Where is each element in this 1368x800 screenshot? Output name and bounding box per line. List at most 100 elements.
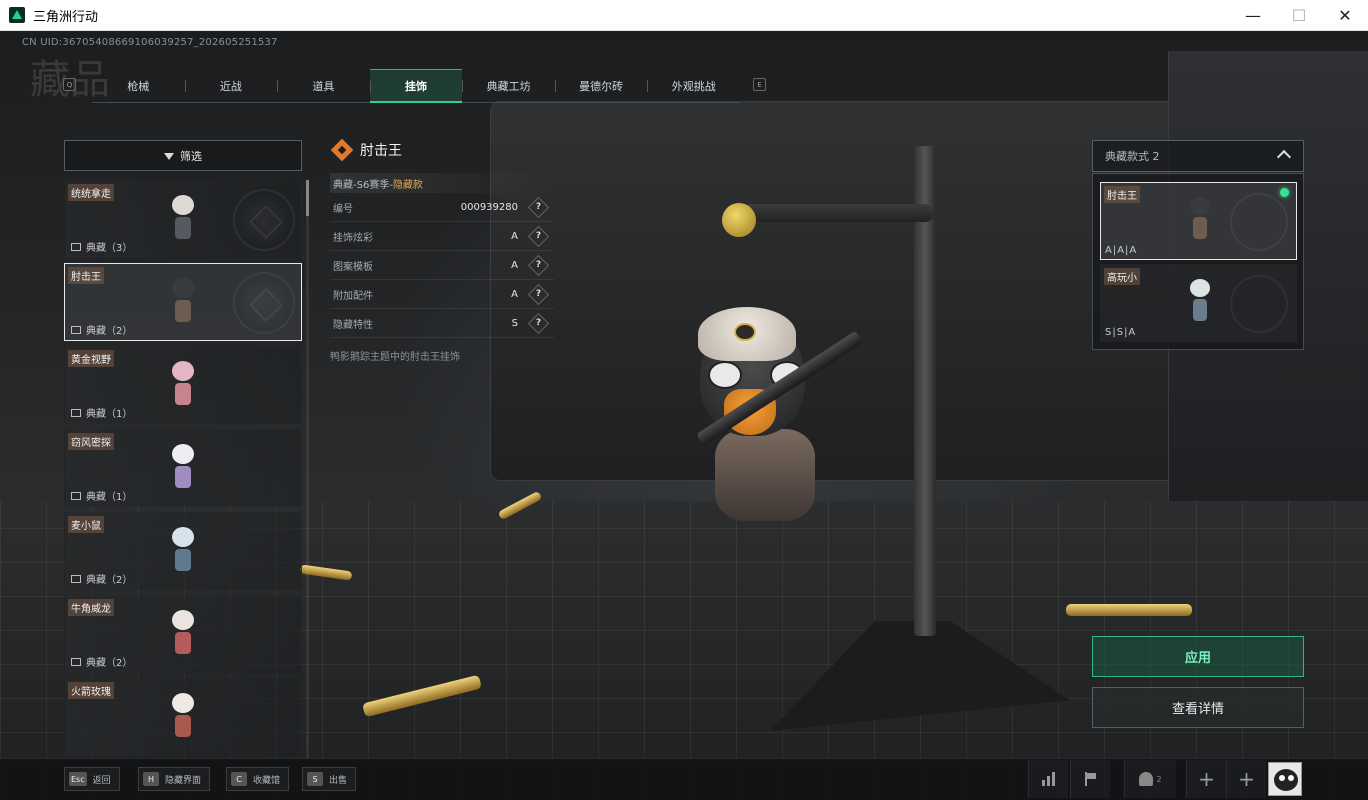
tab-charms[interactable]: 挂饰 — [369, 69, 463, 103]
image-icon — [71, 657, 81, 666]
flag-button[interactable] — [1070, 760, 1110, 798]
item-sub: 典藏（1） — [86, 492, 133, 503]
tab-workshop[interactable]: 典藏工坊 — [462, 69, 555, 102]
item-name: 肘击王 — [68, 267, 104, 284]
list-item[interactable]: 统统拿走 典藏（3） — [64, 180, 302, 258]
attr-row: 隐藏特性 S ? — [330, 309, 554, 338]
charm-thumbnail — [171, 610, 195, 658]
collection-emblem-icon — [1230, 193, 1288, 251]
add-slot-button[interactable]: + — [1186, 760, 1226, 798]
list-item[interactable]: 牛角威龙 典藏（2） — [64, 595, 302, 673]
flag-icon — [1084, 772, 1097, 786]
attr-value: A — [511, 230, 518, 242]
list-item[interactable]: 火箭玫瑰 — [64, 678, 302, 756]
window-titlebar: 三角洲行动 — ☐ ✕ — [0, 0, 1368, 31]
charm-thumbnail — [1189, 279, 1211, 327]
friends-count: 2 — [1156, 774, 1162, 784]
charm-body — [715, 429, 815, 521]
variant-list: 肘击王 A|A|A 高玩小 S|S|A — [1092, 173, 1304, 350]
bullet-prop — [1066, 604, 1192, 616]
item-sub: 典藏（2） — [86, 575, 133, 586]
charm-list[interactable]: 统统拿走 典藏（3） 肘击王 典藏（2） 黄金视野 典藏（1） 窃风密探 典藏（… — [64, 180, 302, 762]
help-icon[interactable]: ? — [527, 196, 550, 218]
stats-button[interactable] — [1028, 760, 1068, 798]
item-name: 统统拿走 — [68, 184, 114, 201]
charm-detail-panel: 肘击王 典藏-S6赛季- 隐藏款 编号 000939280 ? 挂饰炫彩 A ? … — [330, 137, 554, 363]
variant-item[interactable]: 肘击王 A|A|A — [1100, 182, 1297, 260]
app-logo-icon — [9, 7, 25, 23]
list-item[interactable]: 麦小鼠 典藏（2） — [64, 512, 302, 590]
variant-grade: A|A|A — [1105, 245, 1138, 256]
item-name: 窃风密探 — [68, 433, 114, 450]
key-c: C — [231, 772, 247, 786]
item-name: 牛角威龙 — [68, 599, 114, 616]
tab-mandel-brick[interactable]: 曼德尔砖 — [554, 69, 648, 102]
tab-items[interactable]: 道具 — [277, 69, 370, 102]
friends-button[interactable]: 2 — [1124, 760, 1176, 798]
view-details-button[interactable]: 查看详情 — [1092, 687, 1304, 728]
hint-back[interactable]: Esc 返回 — [64, 767, 120, 791]
player-avatar[interactable] — [1268, 762, 1302, 796]
plus-icon: + — [1198, 767, 1215, 791]
item-sub: 典藏（1） — [86, 409, 133, 420]
charm-thumbnail — [171, 278, 195, 326]
plus-icon: + — [1238, 767, 1255, 791]
variant-item[interactable]: 高玩小 S|S|A — [1100, 264, 1297, 342]
detail-tagline: 典藏-S6赛季- 隐藏款 — [330, 173, 554, 193]
close-button[interactable]: ✕ — [1322, 0, 1368, 31]
charm-thumbnail — [171, 361, 195, 409]
attr-row: 图案模板 A ? — [330, 251, 554, 280]
tab-firearms[interactable]: 枪械 — [92, 69, 185, 102]
hint-hide-ui[interactable]: H 隐藏界面 — [138, 767, 211, 791]
charm-hat — [698, 307, 796, 361]
list-item[interactable]: 窃风密探 典藏（1） — [64, 429, 302, 507]
charm-eye-left — [708, 361, 742, 389]
charm-thumbnail — [1189, 197, 1211, 245]
image-icon — [71, 491, 81, 500]
charm-thumbnail — [171, 693, 195, 741]
attr-row: 挂饰炫彩 A ? — [330, 222, 554, 251]
tab-next-key[interactable]: E — [753, 78, 766, 91]
add-slot-button[interactable]: + — [1226, 760, 1266, 798]
collection-scene: CN UID:3670540866910603925​7_20260525153… — [0, 31, 1368, 800]
key-s: S — [307, 772, 323, 786]
attr-row: 附加配件 A ? — [330, 280, 554, 309]
hint-sell[interactable]: S 出售 — [302, 767, 357, 791]
help-icon[interactable]: ? — [527, 312, 550, 334]
filter-button[interactable]: 筛选 — [64, 140, 302, 171]
variant-dropdown[interactable]: 典藏款式 2 — [1092, 140, 1304, 172]
hint-collection-hall[interactable]: C 收藏馆 — [226, 767, 290, 791]
variant-grade: S|S|A — [1105, 327, 1137, 338]
list-scrollbar[interactable] — [306, 180, 309, 762]
serial-value: 000939280 — [460, 201, 518, 213]
variant-name: 高玩小 — [1104, 268, 1140, 285]
item-name: 麦小鼠 — [68, 516, 104, 533]
list-item[interactable]: 黄金视野 典藏（1） — [64, 346, 302, 424]
image-icon — [71, 408, 81, 417]
tag-season: 典藏-S6赛季- — [333, 179, 393, 191]
help-icon[interactable]: ? — [527, 225, 550, 247]
window-title: 三角洲行动 — [33, 9, 99, 25]
list-item[interactable]: 肘击王 典藏（2） — [64, 263, 302, 341]
apply-button[interactable]: 应用 — [1092, 636, 1304, 677]
item-sub: 典藏（2） — [86, 326, 133, 337]
help-icon[interactable]: ? — [527, 254, 550, 276]
collection-emblem-icon — [233, 272, 295, 334]
tab-prev-key[interactable]: Q — [63, 78, 76, 91]
serial-row: 编号 000939280 ? — [330, 193, 554, 222]
tab-appearance-challenge[interactable]: 外观挑战 — [647, 69, 740, 102]
maximize-button[interactable]: ☐ — [1276, 0, 1322, 31]
image-icon — [71, 325, 81, 334]
chevron-up-icon — [1276, 149, 1292, 165]
scrollbar-thumb[interactable] — [306, 180, 309, 216]
equipped-indicator-icon — [1280, 188, 1289, 197]
key-esc: Esc — [69, 772, 87, 786]
help-icon[interactable]: ? — [527, 283, 550, 305]
charm-thumbnail — [171, 444, 195, 492]
collection-emblem-icon — [1230, 275, 1288, 333]
charm-ring — [722, 203, 756, 237]
minimize-button[interactable]: — — [1230, 0, 1276, 31]
detail-title: 肘击王 — [360, 143, 402, 159]
tab-melee[interactable]: 近战 — [184, 69, 278, 102]
attr-label: 挂饰炫彩 — [333, 232, 373, 244]
